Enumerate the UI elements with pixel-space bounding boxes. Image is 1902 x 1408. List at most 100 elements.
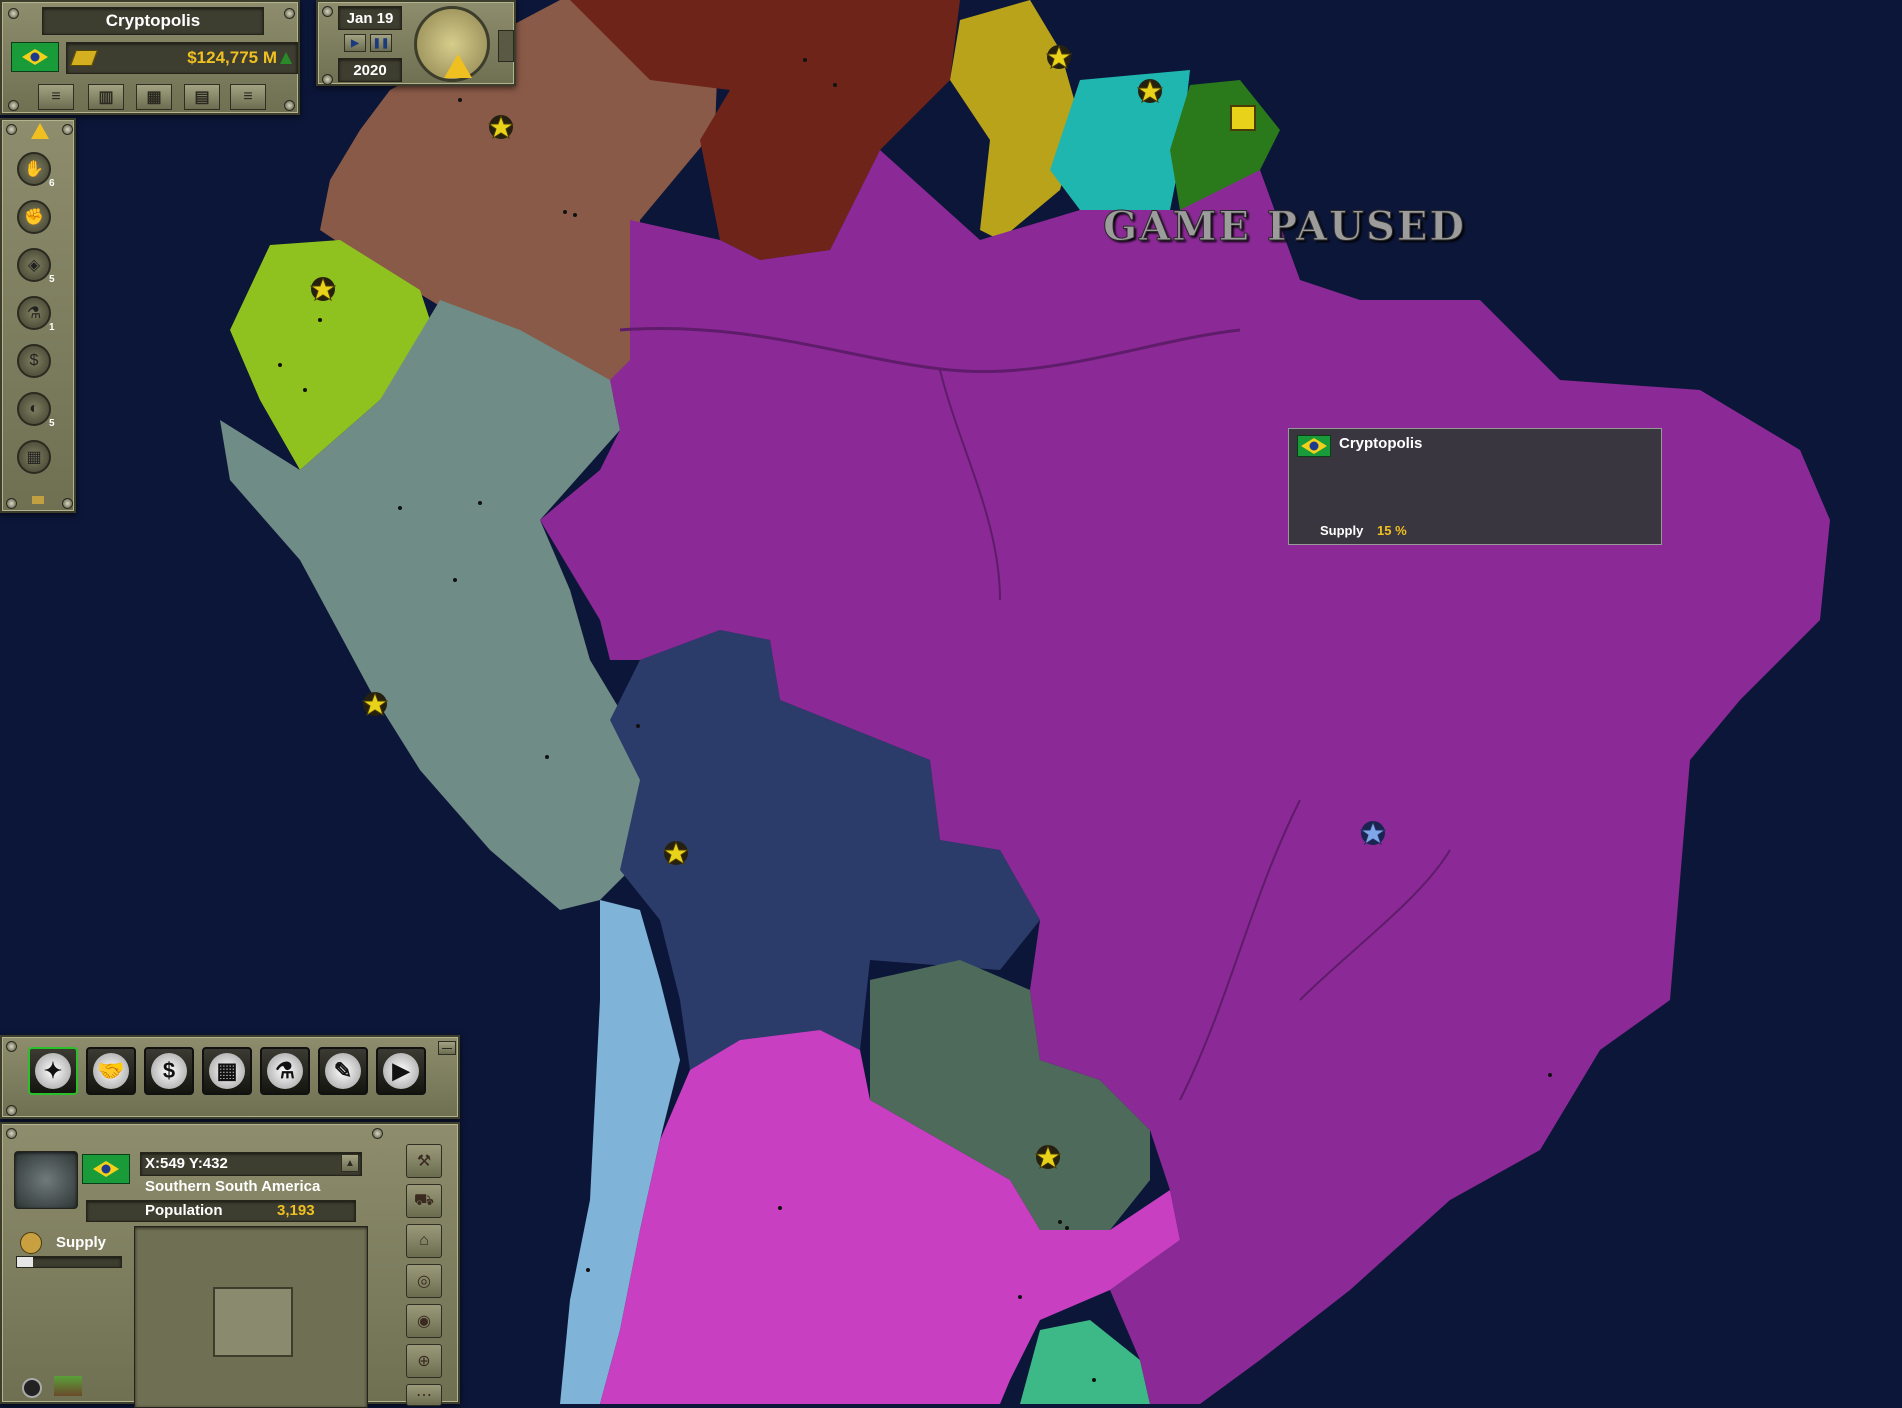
money-value: $124,775 M <box>187 48 277 67</box>
handshake-icon: 🤝 <box>93 1053 129 1089</box>
alert-count: 6 <box>49 178 55 189</box>
map-alert-icon[interactable]: ▦ <box>17 440 51 474</box>
capital-star-icon[interactable] <box>310 276 336 302</box>
rivet <box>62 124 73 135</box>
sun-icon[interactable] <box>22 1378 42 1398</box>
world-alert-icon[interactable]: ◐ <box>17 392 51 426</box>
tooltip-title: Cryptopolis <box>1339 435 1423 452</box>
globe-target-button[interactable]: ◎ <box>406 1264 442 1298</box>
capital-star-icon[interactable] <box>362 691 388 717</box>
rivet <box>322 6 333 17</box>
rivet <box>8 8 19 19</box>
rivet <box>284 8 295 19</box>
alert-count: 1 <box>49 322 55 333</box>
capital-star-icon[interactable] <box>1137 78 1163 104</box>
crate-icon: ▦ <box>209 1053 245 1089</box>
research-button[interactable]: ⚗ <box>260 1047 310 1095</box>
capital-star-icon[interactable] <box>1035 1144 1061 1170</box>
minimize-button[interactable]: — <box>438 1041 456 1055</box>
building-icon[interactable] <box>1230 105 1256 131</box>
brazil-flag-icon[interactable] <box>82 1154 130 1184</box>
map-mode-button[interactable]: ✦ <box>28 1047 78 1095</box>
city-name-box[interactable]: Cryptopolis <box>42 7 264 35</box>
player-capital-star-icon[interactable] <box>1360 820 1386 846</box>
finance-alert-icon[interactable]: $ <box>17 344 51 378</box>
date-value: Jan 19 <box>346 9 394 27</box>
treasury-icon <box>70 50 98 66</box>
city-name: Cryptopolis <box>105 11 201 30</box>
rivet <box>6 1105 17 1116</box>
supply-bar <box>16 1256 122 1268</box>
rivet <box>6 1128 17 1139</box>
trade-button[interactable]: ▦ <box>202 1047 252 1095</box>
diplomacy-button[interactable]: 🤝 <box>86 1047 136 1095</box>
rivet <box>6 498 17 509</box>
calendar-icon-button[interactable]: ▦ <box>136 84 172 110</box>
capital-star-icon[interactable] <box>1046 44 1072 70</box>
build-button[interactable]: ✎ <box>318 1047 368 1095</box>
detail-slot <box>213 1287 293 1357</box>
money-box: $124,775 M <box>66 42 298 74</box>
chart-icon-button[interactable]: ▥ <box>88 84 124 110</box>
rightbar: ⚒ ⛟ ⌂ ◎ ◉ ⊕ ⋯ <box>400 1132 452 1406</box>
key-icon[interactable] <box>32 496 44 504</box>
vehicles-button[interactable]: ⛟ <box>406 1184 442 1218</box>
menu-lines-button[interactable]: ≡ <box>38 84 74 110</box>
finance-button[interactable]: $ <box>144 1047 194 1095</box>
coords-value: X:549 Y:432 <box>145 1155 228 1172</box>
money-trend-up-icon <box>280 52 292 64</box>
year-box: 2020 <box>338 58 402 82</box>
region-portrait[interactable] <box>14 1151 78 1209</box>
game-paused-label: GAME PAUSED <box>1102 203 1467 251</box>
alert-count: 5 <box>49 274 55 285</box>
industry-button[interactable]: ⚒ <box>406 1144 442 1178</box>
globe-settings-button[interactable]: ⊕ <box>406 1344 442 1378</box>
panel-knob <box>498 30 514 62</box>
supply-icon <box>20 1232 42 1254</box>
warning-icon[interactable] <box>31 123 49 139</box>
brazil-flag-icon[interactable] <box>11 42 59 72</box>
warning-icon[interactable] <box>444 54 472 78</box>
brazil-flag-icon <box>1297 435 1331 457</box>
region-tooltip: Cryptopolis Supply 15 % <box>1288 428 1662 545</box>
globe-units-button[interactable]: ◉ <box>406 1304 442 1338</box>
tooltip-supply-label: Supply <box>1320 523 1364 538</box>
year-value: 2020 <box>353 61 387 79</box>
capital-star-icon[interactable] <box>488 114 514 140</box>
globe-icon: ✦ <box>35 1053 71 1089</box>
research-alert-icon[interactable]: ⚗ <box>17 296 51 330</box>
scroll-up-button[interactable]: ▲ <box>341 1154 359 1172</box>
stats-icon-button[interactable]: ▤ <box>184 84 220 110</box>
play-button[interactable]: ▶ <box>344 34 366 52</box>
capital-star-icon[interactable] <box>663 840 689 866</box>
more-button[interactable]: ⋯ <box>406 1384 442 1406</box>
region-name: Southern South America <box>145 1178 321 1195</box>
rivet <box>6 1041 17 1052</box>
play-next-button[interactable]: ▶ <box>376 1047 426 1095</box>
menu-lines-button-right[interactable]: ≡ <box>230 84 266 110</box>
population-value: 3,193 <box>277 1202 315 1219</box>
diplomacy-alert-icon[interactable]: ✋ <box>17 152 51 186</box>
buildings-button[interactable]: ⌂ <box>406 1224 442 1258</box>
tooltip-supply-value: 15 % <box>1377 523 1407 538</box>
wrench-icon: ✎ <box>325 1053 361 1089</box>
defense-alert-icon[interactable]: ◈ <box>17 248 51 282</box>
top-status-panel: Cryptopolis $124,775 M ≡ ▥ ▦ ▤ ≡ <box>0 0 300 115</box>
flask-icon: ⚗ <box>267 1053 303 1089</box>
date-panel: Jan 19 ▶ ❚❚ 2020 <box>316 0 516 86</box>
coords-box: X:549 Y:432 ▲ <box>140 1152 362 1176</box>
main-toolbar: ✦ 🤝 $ ▦ ⚗ ✎ ▶ — <box>0 1035 460 1119</box>
pause-button[interactable]: ❚❚ <box>370 34 392 52</box>
rivet <box>372 1128 383 1139</box>
dollar-icon: $ <box>151 1053 187 1089</box>
rivet <box>8 100 19 111</box>
rivet <box>322 74 333 85</box>
region-info-panel: X:549 Y:432 ▲ Southern South America Pop… <box>0 1122 460 1408</box>
date-box: Jan 19 <box>338 6 402 30</box>
population-label: Population <box>145 1202 223 1219</box>
alert-count: 5 <box>49 418 55 429</box>
military-alert-icon[interactable]: ✊ <box>17 200 51 234</box>
alert-sidebar: ✋ 6 ✊ ◈ 5 ⚗ 1 $ ◐ 5 ▦ <box>0 118 76 513</box>
terrain-icon[interactable] <box>54 1376 82 1396</box>
rivet <box>62 498 73 509</box>
